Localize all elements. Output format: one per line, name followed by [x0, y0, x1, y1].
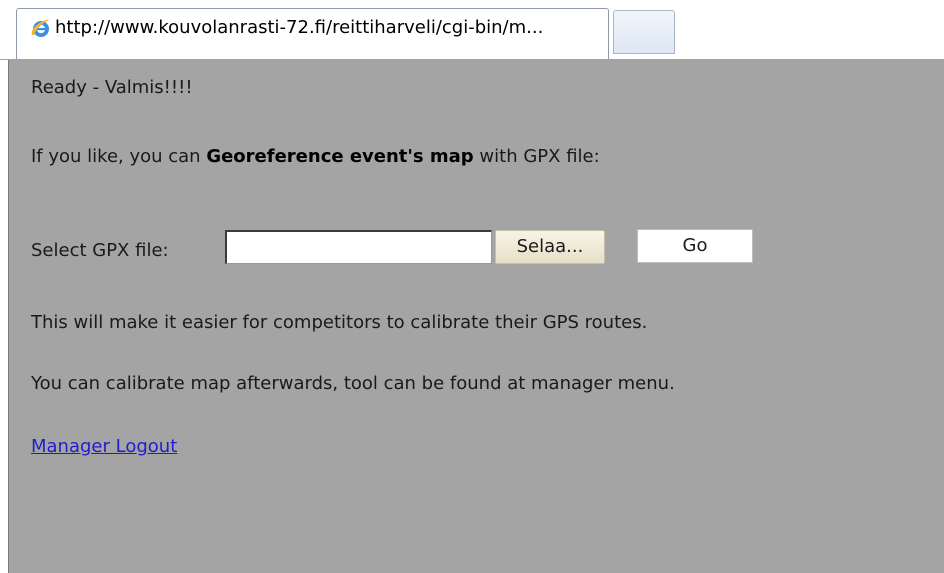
- info-text-2: You can calibrate map afterwards, tool c…: [31, 373, 675, 394]
- intro-text-suffix: with GPX file:: [473, 146, 600, 167]
- gpx-file-label: Select GPX file:: [31, 240, 169, 261]
- intro-text-bold: Georeference event's map: [206, 146, 474, 167]
- intro-text-prefix: If you like, you can: [31, 146, 207, 167]
- browser-new-tab[interactable]: [613, 10, 675, 54]
- page-content: Ready - Valmis!!!! If you like, you can …: [8, 60, 944, 573]
- browse-button[interactable]: Selaa...: [495, 230, 605, 264]
- browser-tab-active[interactable]: http://www.kouvolanrasti-72.fi/reittihar…: [16, 8, 609, 60]
- info-text-1: This will make it easier for competitors…: [31, 312, 648, 333]
- gpx-file-input[interactable]: [225, 230, 492, 264]
- manager-logout-link[interactable]: Manager Logout: [31, 436, 177, 458]
- browser-tab-bar: http://www.kouvolanrasti-72.fi/reittihar…: [0, 0, 944, 60]
- go-button[interactable]: Go: [637, 229, 753, 263]
- intro-text: If you like, you can Georeference event'…: [31, 146, 600, 168]
- internet-explorer-icon: [31, 19, 50, 37]
- browser-tab-title: http://www.kouvolanrasti-72.fi/reittihar…: [55, 17, 544, 38]
- status-text: Ready - Valmis!!!!: [31, 77, 193, 98]
